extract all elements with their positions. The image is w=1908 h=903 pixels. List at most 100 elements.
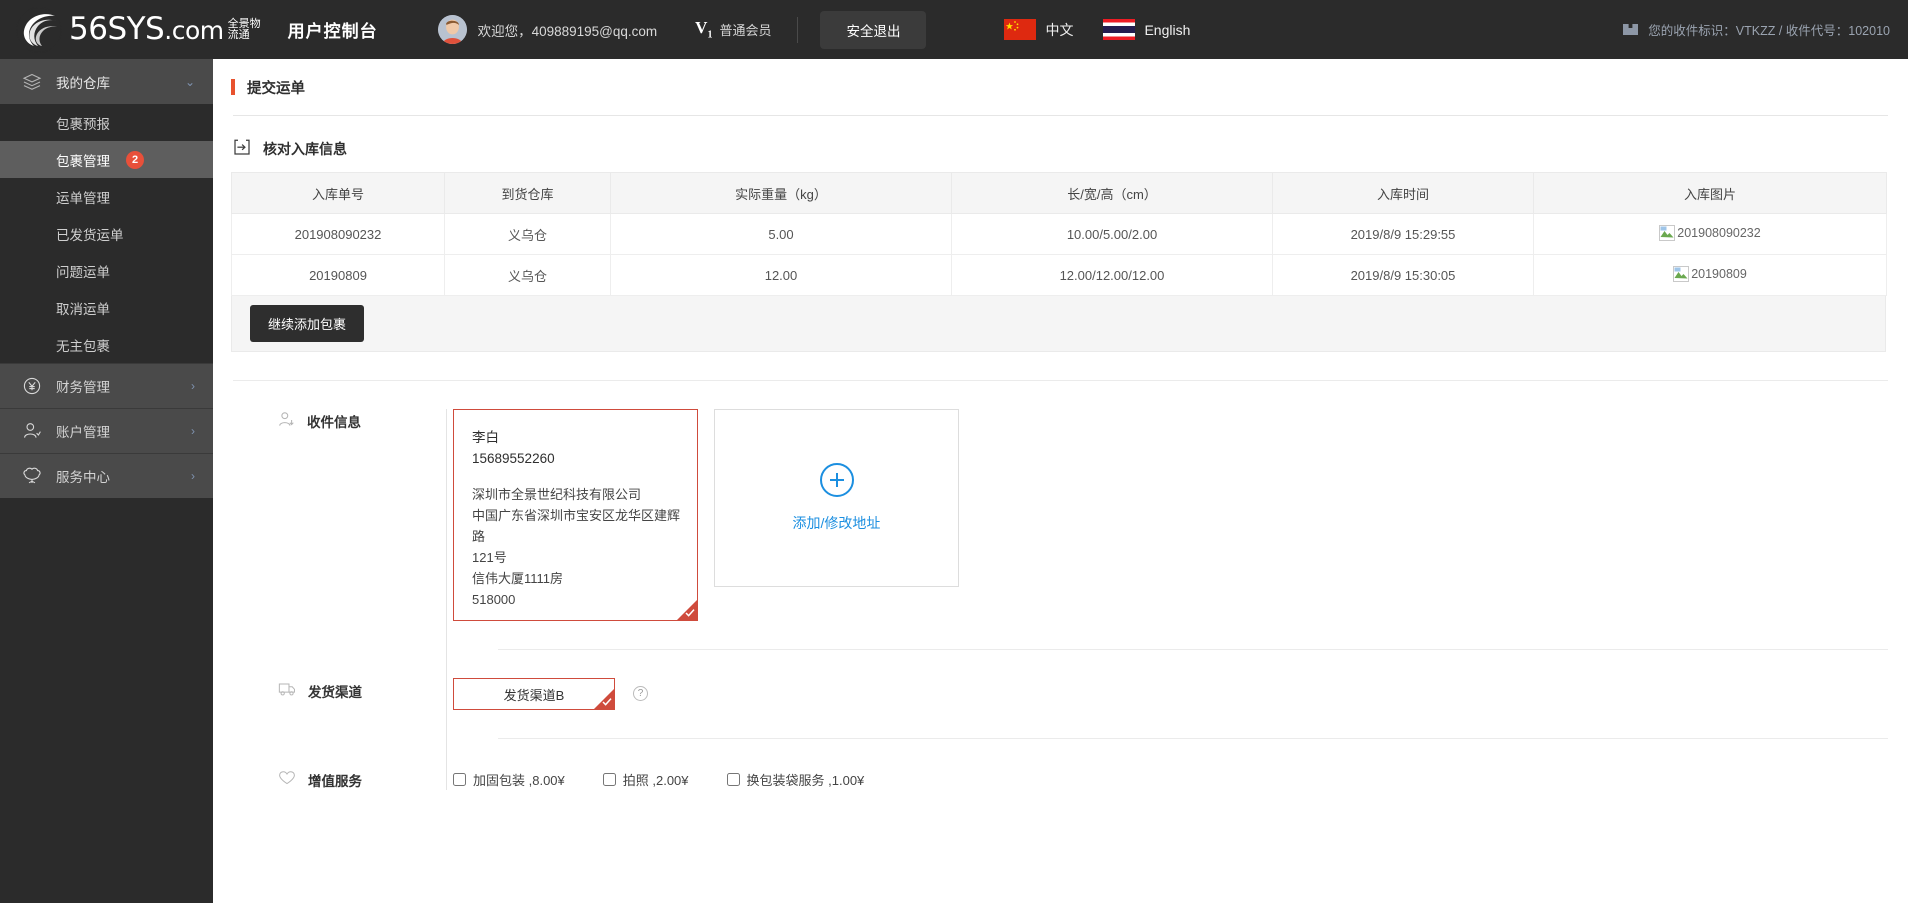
- sidebar-section-label: 财务管理: [56, 380, 110, 395]
- sidebar-item-label: 取消运单: [56, 301, 110, 317]
- address-lines: 深圳市全景世纪科技有限公司 中国广东省深圳市宝安区龙华区建辉路 121号 信伟大厦11…: [472, 484, 681, 610]
- address-line: 中国广东省深圳市宝安区龙华区建辉路: [472, 507, 681, 544]
- chevron-right-icon: ›: [191, 469, 195, 483]
- chevron-right-icon: ›: [191, 379, 195, 393]
- vas-option-2[interactable]: 换包装袋服务 ,1.00¥: [726, 770, 864, 789]
- table-cell-no: 201908090232: [231, 213, 445, 255]
- sidebar-item-1[interactable]: 包裹管理 2: [0, 141, 213, 178]
- sidebar-item-label: 包裹预报: [56, 116, 110, 132]
- vas-option-label: 拍照 ,2.00¥: [622, 773, 689, 789]
- table-cell-image[interactable]: 20190809: [1533, 254, 1887, 296]
- plus-icon: [819, 463, 854, 497]
- th-flag-icon: [1103, 19, 1136, 40]
- sidebar-item-0[interactable]: 包裹预报: [0, 104, 213, 141]
- vas-options: 加固包装 ,8.00¥ 拍照 ,2.00¥ 换包装袋服务 ,1.00¥: [453, 767, 902, 789]
- sidebar-section-label: 服务中心: [56, 470, 110, 485]
- sidebar-section-0[interactable]: 财务管理 ›: [0, 363, 213, 408]
- section-title: 核对入库信息: [263, 140, 347, 157]
- image-alt-text: 20190809: [1691, 266, 1747, 281]
- channel-label: 发货渠道: [278, 678, 453, 701]
- sidebar-item-3[interactable]: 已发货运单: [0, 215, 213, 252]
- inbound-table: 入库单号 到货仓库 实际重量（kg） 长/宽/高（cm） 入库时间 入库图片 201908…: [231, 172, 1887, 296]
- top-bar: 56SYS.com 全景物流通 用户控制台 欢迎您，409889195@qq.c…: [0, 0, 1908, 59]
- vas-label-text: 增值服务: [308, 773, 362, 789]
- add-package-bar: 继续添加包裹: [231, 296, 1886, 352]
- identifier-text: 您的收件标识：VTKZZ / 收件代号：102010: [1648, 24, 1890, 38]
- table-row: 20190809 义乌仓 12.00 12.00/12.00/12.00 2019/8/…: [231, 254, 1887, 296]
- address-line: 121号: [472, 549, 507, 565]
- table-cell-image[interactable]: 201908090232: [1533, 213, 1887, 255]
- sidebar-item-4[interactable]: 问题运单: [0, 252, 213, 289]
- sidebar-section-2[interactable]: 服务中心 ›: [0, 453, 213, 498]
- sidebar-section-1[interactable]: 账户管理 ›: [0, 408, 213, 453]
- logo-subtitle: 全景物流通: [227, 17, 261, 42]
- form-row-value-added-services: 增值服务 加固包装 ,8.00¥ 拍照 ,2.00¥ 换包装袋服务 ,1.00¥: [233, 739, 1908, 790]
- vas-option-label: 加固包装 ,8.00¥: [473, 773, 565, 789]
- image-alt-text: 201908090232: [1677, 225, 1761, 240]
- vas-option-0[interactable]: 加固包装 ,8.00¥: [453, 770, 565, 789]
- user-icon: [22, 421, 44, 441]
- address-card-selected[interactable]: 李白 15689552260 深圳市全景世纪科技有限公司 中国广东省深圳市宝安区龙…: [453, 409, 698, 622]
- logo-text: 56SYS.com: [69, 11, 224, 47]
- vas-option-1[interactable]: 拍照 ,2.00¥: [602, 770, 689, 789]
- sidebar-group-label: 我的仓库: [56, 75, 110, 91]
- sidebar-submenu: 包裹预报包裹管理 2 运单管理已发货运单 问题运单取消运单无主包裹: [0, 104, 213, 363]
- sidebar-item-label: 无主包裹: [56, 338, 110, 354]
- recipient-body: 李白 15689552260 深圳市全景世纪科技有限公司 中国广东省深圳市宝安区龙…: [453, 409, 1908, 622]
- table-header-cell: 到货仓库: [444, 172, 611, 214]
- lang-option-english[interactable]: English: [1103, 19, 1190, 40]
- add-address-label: 添加/修改地址: [792, 515, 881, 531]
- table-cell-warehouse: 义乌仓: [444, 213, 611, 255]
- sidebar-item-5[interactable]: 取消运单: [0, 289, 213, 326]
- vas-checkbox[interactable]: [726, 773, 740, 787]
- sidebar-group-my-warehouse[interactable]: 我的仓库 ⌄: [0, 59, 213, 104]
- channel-body: 发货渠道B ?: [453, 678, 1908, 711]
- avatar[interactable]: [437, 15, 467, 44]
- identifier-info: 您的收件标识：VTKZZ / 收件代号：102010: [1622, 0, 1890, 59]
- vas-checkbox[interactable]: [453, 773, 466, 787]
- help-icon[interactable]: ?: [633, 686, 648, 702]
- membership: V1 普通会员: [695, 18, 771, 40]
- yuan-circle-icon: [22, 376, 44, 396]
- shipment-form: 收件信息 李白 15689552260 深圳市全景世纪科技有限公司 中国广东省深圳…: [213, 381, 1908, 791]
- logout-button[interactable]: 安全退出: [820, 10, 927, 49]
- sidebar-item-label: 运单管理: [56, 190, 110, 206]
- vas-checkbox[interactable]: [602, 773, 616, 787]
- table-cell-time: 2019/8/9 15:30:05: [1272, 254, 1534, 296]
- chevron-right-icon: ›: [191, 424, 195, 438]
- table-cell-no: 20190809: [231, 254, 445, 296]
- channel-option-selected[interactable]: 发货渠道B: [453, 678, 615, 711]
- sidebar-item-label: 包裹管理: [56, 153, 110, 169]
- sidebar-section-label: 账户管理: [56, 425, 110, 440]
- table-cell-weight: 5.00: [610, 213, 952, 255]
- sidebar-item-2[interactable]: 运单管理: [0, 178, 213, 215]
- add-address-card[interactable]: 添加/修改地址: [714, 409, 959, 587]
- sidebar-item-6[interactable]: 无主包裹: [0, 326, 213, 363]
- add-package-button[interactable]: 继续添加包裹: [250, 305, 365, 342]
- console-title: 用户控制台: [287, 22, 378, 41]
- address-phone: 15689552260: [472, 450, 555, 466]
- check-icon: [685, 609, 695, 617]
- page-title-text: 提交运单: [247, 80, 305, 97]
- table-body: 201908090232 义乌仓 5.00 10.00/5.00/2.00 2019/8…: [231, 213, 1887, 296]
- page-title: 提交运单: [213, 59, 1908, 115]
- chevron-down-icon: ⌄: [184, 74, 195, 89]
- table-header-row: 入库单号 到货仓库 实际重量（kg） 长/宽/高（cm） 入库时间 入库图片: [231, 172, 1887, 214]
- truck-icon: [278, 680, 296, 701]
- address-line: 518000: [472, 592, 516, 608]
- table-header-cell: 入库图片: [1533, 172, 1887, 214]
- lang-option-chinese[interactable]: 中文: [1004, 19, 1073, 40]
- table-header-cell: 长/宽/高（cm）: [951, 172, 1273, 214]
- form-row-channel: 发货渠道 发货渠道B ?: [233, 650, 1908, 711]
- address-name: 李白: [472, 430, 499, 445]
- logo[interactable]: 56SYS.com 全景物流通: [16, 6, 266, 53]
- shield-icon: [22, 466, 44, 486]
- recipient-icon: [278, 411, 295, 431]
- broken-image-icon: 20190809: [1673, 265, 1747, 282]
- recipient-label-text: 收件信息: [307, 415, 361, 430]
- logo-swirl-icon: [16, 6, 62, 53]
- channel-label-text: 发货渠道: [308, 684, 362, 700]
- check-icon: [602, 698, 612, 706]
- lang-label-english: English: [1144, 21, 1191, 38]
- vip-badge-icon: V1: [695, 18, 713, 41]
